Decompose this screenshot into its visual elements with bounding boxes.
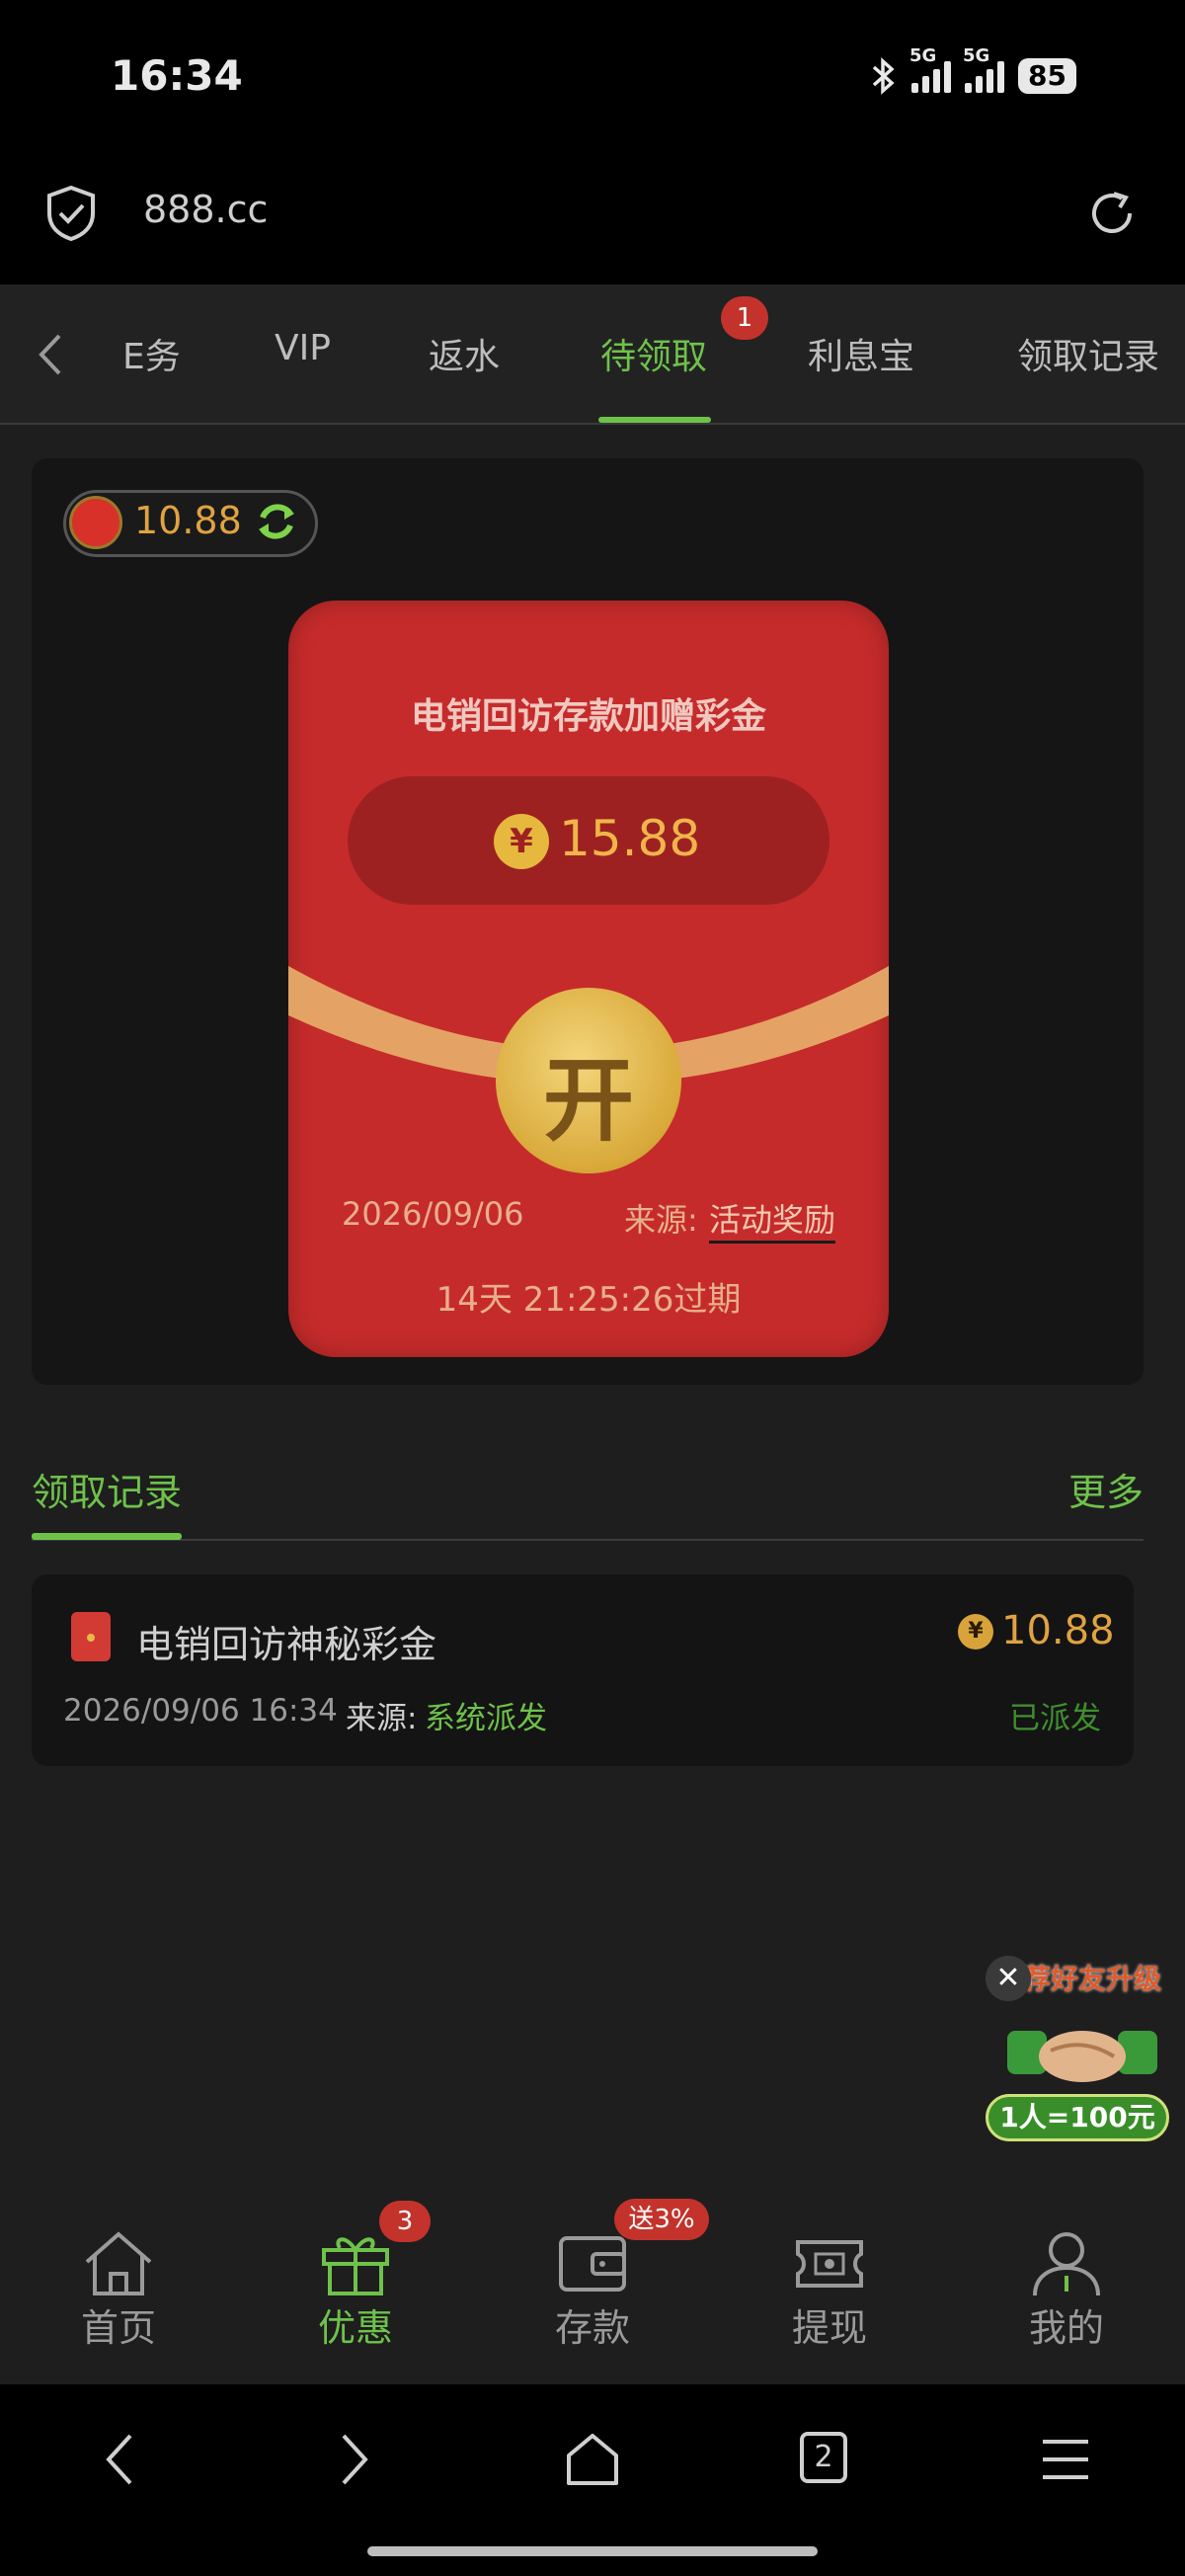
record-name: 电销回访神秘彩金 [136, 1623, 437, 1666]
signal-icon-1: 5G [909, 45, 952, 93]
signal-icon-2: 5G [963, 45, 1005, 93]
forward-icon[interactable] [336, 2430, 375, 2489]
open-envelope-label[interactable]: 开 [496, 1027, 681, 1159]
envelope-title: 电销回访存款加赠彩金 [410, 696, 766, 737]
nav-deposit-label[interactable]: 存款 [514, 2297, 672, 2352]
home-icon [85, 2231, 152, 2295]
url-text[interactable]: 888.cc [143, 188, 268, 231]
records-divider [32, 1539, 1144, 1541]
refresh-balance-icon[interactable] [251, 496, 302, 547]
home-nav-icon[interactable] [563, 2430, 622, 2489]
tab-pending-badge: 1 [721, 296, 768, 340]
menu-icon[interactable] [1039, 2436, 1092, 2483]
china-flag-icon [69, 496, 122, 549]
nav-promotions-label[interactable]: 优惠 [276, 2297, 434, 2352]
tab-claim-records[interactable]: 领取记录 [1017, 328, 1159, 379]
nav-withdraw[interactable] [750, 2228, 908, 2301]
chevron-left-icon[interactable] [34, 332, 65, 377]
yen-coin-icon: ¥ [494, 814, 549, 869]
nav-profile-label[interactable]: 我的 [988, 2297, 1146, 2352]
nav-promotions-badge: 3 [379, 2201, 431, 2242]
envelope-source-link[interactable]: 活动奖励 [709, 1195, 836, 1244]
wallet-icon [559, 2236, 626, 2292]
promo-reward-button[interactable]: 1人=100元 [986, 2094, 1169, 2141]
record-amount: 10.88 [1001, 1608, 1115, 1653]
close-icon[interactable]: ✕ [986, 1956, 1031, 2001]
tab-task[interactable]: E务 [122, 328, 181, 379]
record-source-value: 系统派发 [425, 1701, 547, 1736]
record-status: 已派发 [1009, 1701, 1101, 1736]
nav-home-label[interactable]: 首页 [40, 2297, 198, 2352]
balance-value: 10.88 [134, 499, 242, 542]
records-tab-indicator [32, 1533, 182, 1540]
list-item[interactable] [32, 1574, 1134, 1766]
red-envelope-icon [71, 1612, 111, 1661]
gift-icon [322, 2237, 389, 2295]
back-icon[interactable] [99, 2430, 138, 2489]
tab-vip[interactable]: VIP [275, 328, 331, 368]
shield-check-icon[interactable] [43, 184, 99, 243]
nav-home[interactable] [40, 2228, 198, 2301]
records-tab[interactable]: 领取记录 [32, 1462, 182, 1516]
tabs-count-icon[interactable]: 2 [800, 2432, 847, 2483]
nav-profile[interactable] [988, 2228, 1146, 2301]
tab-interest[interactable]: 利息宝 [808, 328, 914, 379]
record-source-label: 来源: [346, 1701, 418, 1736]
bluetooth-icon [872, 57, 895, 95]
tab-pending[interactable]: 待领取 [600, 328, 707, 379]
status-time: 16:34 [111, 51, 243, 100]
envelope-amount: 15.88 [559, 810, 701, 867]
status-icons: 5G 5G 85 [870, 45, 1076, 95]
user-icon [1033, 2232, 1100, 2296]
records-more-link[interactable]: 更多 [1068, 1462, 1144, 1516]
reload-icon[interactable] [1084, 186, 1140, 241]
battery-indicator: 85 [1018, 58, 1076, 94]
envelope-expire-countdown: 14天 21:25:26过期 [435, 1280, 742, 1320]
envelope-source-label: 来源: [624, 1201, 698, 1239]
coin-icon: ¥ [958, 1614, 993, 1650]
active-tab-indicator [598, 417, 711, 423]
tab-rebate[interactable]: 返水 [429, 328, 500, 379]
nav-deposit-badge: 送3% [614, 2199, 709, 2240]
cash-icon [796, 2240, 863, 2288]
handshake-icon[interactable] [1005, 2001, 1159, 2100]
record-datetime: 2026/09/06 16:34 [63, 1693, 338, 1729]
envelope-date: 2026/09/06 [342, 1195, 524, 1233]
nav-withdraw-label[interactable]: 提现 [750, 2297, 908, 2352]
home-indicator[interactable] [367, 2546, 818, 2556]
